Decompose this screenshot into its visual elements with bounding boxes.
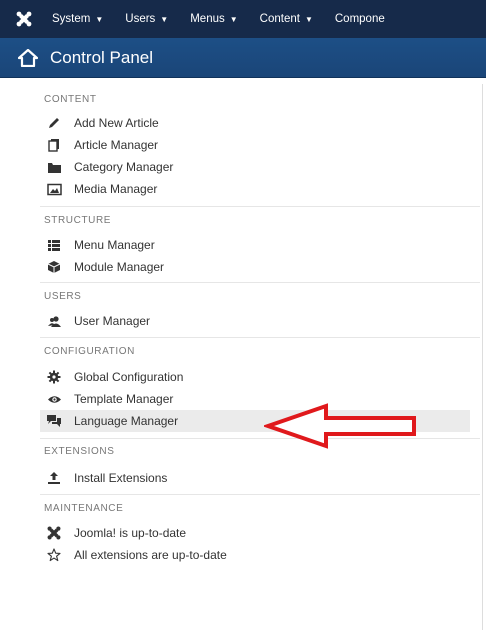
main-content-edge <box>482 84 486 630</box>
nav-menu-users[interactable]: Users ▼ <box>125 13 168 25</box>
stack-icon <box>46 138 62 152</box>
page-title: Control Panel <box>50 47 154 67</box>
section-divider <box>40 337 480 338</box>
nav-menu-content[interactable]: Content ▼ <box>260 13 313 25</box>
section-title-structure: STRUCTURE <box>44 215 112 226</box>
section-title-content: CONTENT <box>44 94 97 105</box>
nav-menu-label: Content <box>259 13 300 25</box>
nav-menu-components[interactable]: Compone <box>335 13 385 25</box>
sidebar-item-label: Joomla! is up-to-date <box>74 526 187 540</box>
sidebar-item-label: Add New Article <box>74 116 159 130</box>
joomla-logo-icon[interactable] <box>14 9 34 29</box>
sidebar-item-media-manager[interactable]: Media Manager <box>40 178 470 200</box>
joomla-icon <box>46 526 62 540</box>
caret-down-icon: ▼ <box>95 14 104 24</box>
image-icon <box>46 182 62 196</box>
sidebar-item-label: Menu Manager <box>74 238 155 252</box>
caret-down-icon: ▼ <box>229 14 238 24</box>
sidebar-item-global-configuration[interactable]: Global Configuration <box>40 366 470 388</box>
sidebar-item-label: Language Manager <box>74 414 179 428</box>
nav-menu-label: Menus <box>190 13 225 25</box>
nav-menu-label: Users <box>125 13 156 25</box>
annotation-arrow-icon <box>264 403 416 449</box>
sidebar-item-module-manager[interactable]: Module Manager <box>40 256 470 278</box>
sidebar-item-article-manager[interactable]: Article Manager <box>40 134 470 156</box>
section-divider <box>40 282 480 283</box>
upload-icon <box>46 471 62 485</box>
sidebar-item-label: All extensions are up-to-date <box>74 548 227 562</box>
page-header: Control Panel <box>0 38 486 78</box>
sidebar-item-label: Install Extensions <box>74 471 168 485</box>
nav-menu-system[interactable]: System ▼ <box>52 13 103 25</box>
sidebar-item-menu-manager[interactable]: Menu Manager <box>40 234 470 256</box>
nav-menu-menus[interactable]: Menus ▼ <box>190 13 237 25</box>
caret-down-icon: ▼ <box>160 14 169 24</box>
caret-down-icon: ▼ <box>304 14 313 24</box>
sidebar-item-label: Template Manager <box>74 392 174 406</box>
cube-icon <box>46 260 62 274</box>
sidebar-item-label: Category Manager <box>74 160 174 174</box>
nav-menu-label: Compone <box>334 13 385 25</box>
list-icon <box>46 238 62 252</box>
section-title-extensions: EXTENSIONS <box>44 446 115 457</box>
eye-icon <box>46 392 62 406</box>
sidebar-item-label: Module Manager <box>74 260 165 274</box>
control-panel-sidebar: CONTENT Add New Article Article Manager … <box>10 84 482 630</box>
star-icon <box>46 548 62 562</box>
sidebar-item-label: Global Configuration <box>74 370 184 384</box>
cog-icon <box>46 370 62 384</box>
sidebar-item-label: Article Manager <box>74 138 159 152</box>
nav-menu-label: System <box>52 13 91 25</box>
sidebar-item-label: User Manager <box>74 314 151 328</box>
section-divider <box>40 494 480 495</box>
sidebar-item-add-new-article[interactable]: Add New Article <box>40 112 470 134</box>
comments-icon <box>46 414 62 428</box>
pencil-icon <box>46 116 62 130</box>
sidebar-item-label: Media Manager <box>74 182 158 196</box>
top-navbar: System ▼ Users ▼ Menus ▼ Content ▼ Compone <box>0 0 486 38</box>
section-divider <box>40 206 480 207</box>
section-title-users: USERS <box>44 291 82 302</box>
sidebar-item-install-extensions[interactable]: Install Extensions <box>40 467 470 489</box>
sidebar-item-extensions-up-to-date[interactable]: All extensions are up-to-date <box>40 544 470 566</box>
sidebar-item-joomla-up-to-date[interactable]: Joomla! is up-to-date <box>40 522 470 544</box>
section-title-maintenance: MAINTENANCE <box>44 503 124 514</box>
folder-icon <box>46 160 62 174</box>
home-icon <box>18 48 38 67</box>
sidebar-item-category-manager[interactable]: Category Manager <box>40 156 470 178</box>
sidebar-item-user-manager[interactable]: User Manager <box>40 310 470 332</box>
users-icon <box>46 314 62 328</box>
section-title-configuration: CONFIGURATION <box>44 346 135 357</box>
